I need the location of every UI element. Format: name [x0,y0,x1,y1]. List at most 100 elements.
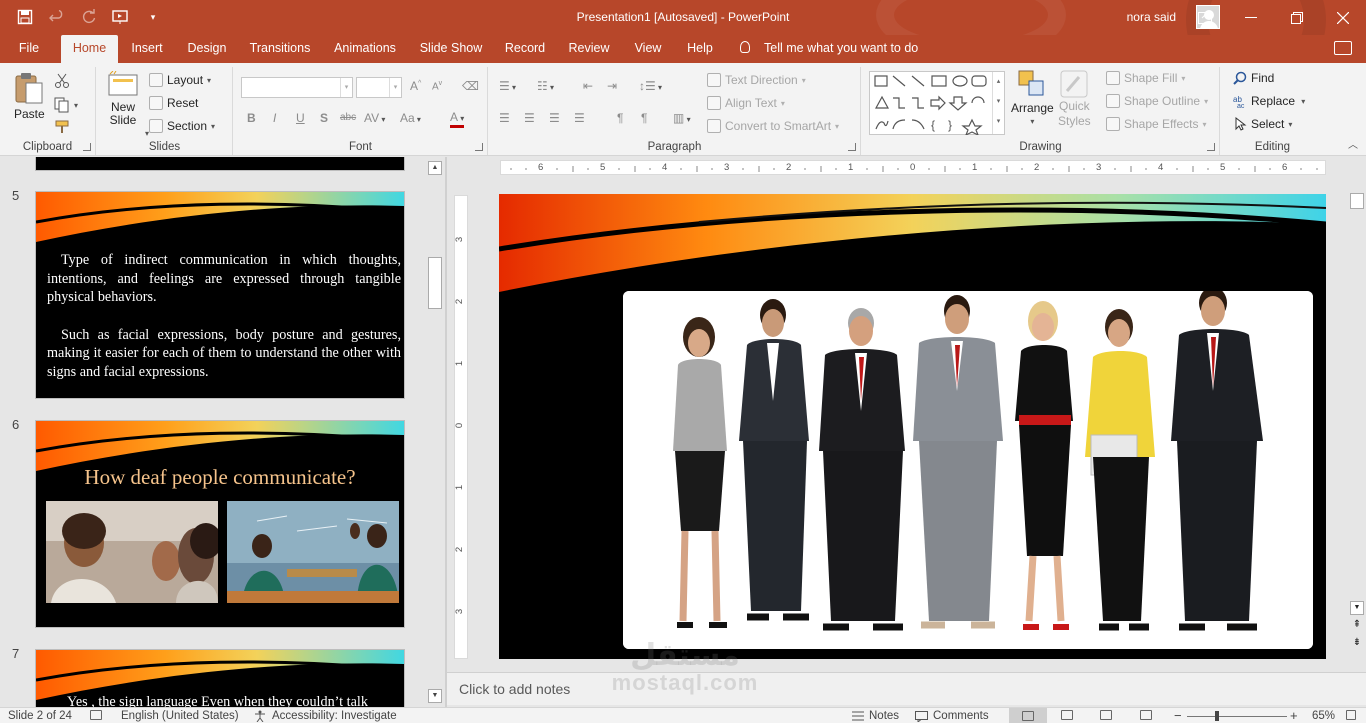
zoom-in-icon[interactable]: + [1290,708,1298,723]
quick-styles-button[interactable]: Quick Styles [1058,69,1091,129]
align-right-icon[interactable]: ☰ [549,111,560,125]
scroll-thumb[interactable] [1350,193,1364,209]
slide-thumbnail-7[interactable]: Yes , the sign language Even when they c… [35,649,405,707]
text-shadow-button[interactable]: S [320,111,328,125]
tab-design[interactable]: Design [182,35,232,63]
increase-font-size-icon[interactable]: A^ [410,79,421,93]
zoom-slider[interactable] [1187,716,1287,717]
user-name[interactable]: nora said [1127,10,1176,24]
slide-thumbnail-6[interactable]: How deaf people communicate? [35,420,405,628]
language-indicator[interactable]: English (United States) [121,710,239,722]
clear-formatting-icon[interactable]: ⌫ [462,79,479,93]
increase-indent-icon[interactable]: ⇥ [607,79,617,93]
line-spacing-icon[interactable]: ↕☰ ▾ [639,79,662,93]
minimize-icon[interactable] [1228,0,1274,35]
slide-canvas[interactable] [499,194,1326,659]
close-icon[interactable] [1320,0,1366,35]
strikethrough-button[interactable]: abc [340,112,356,123]
fit-to-window-icon[interactable] [1346,710,1356,720]
justify-icon[interactable]: ☰ [574,111,585,125]
previous-slide-icon[interactable]: ⇞ [1350,619,1364,633]
zoom-level[interactable]: 65% [1312,710,1335,722]
tell-me-search[interactable]: Tell me what you want to do [740,35,918,63]
normal-view-button[interactable] [1009,708,1047,723]
underline-button[interactable]: U [296,111,305,125]
slide-sorter-view-button[interactable] [1061,710,1073,720]
dialog-launcher-icon[interactable] [83,143,91,151]
section-button[interactable]: Section ▾ [149,119,215,133]
decrease-font-size-icon[interactable]: Av [432,80,442,92]
scroll-thumb[interactable] [428,257,442,309]
bullets-icon[interactable]: ☰ ▾ [499,79,516,93]
dialog-launcher-icon[interactable] [475,143,483,151]
new-slide-button[interactable]: New Slide ▾ [107,71,149,138]
tab-review[interactable]: Review [562,35,616,63]
shape-fill-button[interactable]: Shape Fill ▾ [1106,71,1185,85]
notes-placeholder[interactable]: Click to add notes [459,681,570,697]
tab-home[interactable]: Home [61,35,118,63]
scroll-down-icon[interactable]: ▼ [1350,601,1364,615]
scroll-down-icon[interactable]: ▼ [428,689,442,703]
notes-pane[interactable]: Click to add notes [447,672,1366,705]
dialog-launcher-icon[interactable] [848,143,856,151]
format-painter-button[interactable] [54,119,70,135]
select-button[interactable]: Select ▾ [1233,117,1292,131]
comments-button[interactable]: Comments [915,710,989,722]
spelling-check-icon[interactable] [90,710,102,720]
ltr-direction-icon[interactable]: ¶ [617,111,623,125]
zoom-slider-thumb[interactable] [1215,711,1219,721]
font-name-combo[interactable]: ▾ [241,77,353,98]
notes-toggle-button[interactable]: Notes [852,710,899,722]
zoom-out-icon[interactable]: − [1174,708,1182,723]
font-size-combo[interactable]: ▾ [356,77,402,98]
italic-button[interactable]: I [273,111,276,125]
slide-thumbnail[interactable] [35,157,405,171]
align-text-button[interactable]: Align Text ▾ [707,96,785,110]
cut-button[interactable] [54,73,70,89]
character-spacing-button[interactable]: AV ▾ [364,111,385,125]
decrease-indent-icon[interactable]: ⇤ [583,79,593,93]
layout-button[interactable]: Layout ▾ [149,73,211,87]
slide-counter[interactable]: Slide 2 of 24 [8,710,72,722]
ribbon-display-options-icon[interactable] [1182,0,1228,35]
align-left-icon[interactable]: ☰ [499,111,510,125]
arrange-button[interactable]: Arrange ▾ [1011,69,1054,126]
change-case-button[interactable]: Aa ▾ [400,111,421,125]
reading-view-button[interactable] [1100,710,1112,720]
text-direction-button[interactable]: Text Direction ▾ [707,73,806,87]
copy-button[interactable]: ▾ [54,97,78,113]
next-slide-icon[interactable]: ⇟ [1350,637,1364,651]
tab-slide-show[interactable]: Slide Show [414,35,488,63]
comments-icon[interactable] [1334,41,1352,55]
align-center-icon[interactable]: ☰ [524,111,535,125]
slide-thumbnail-5[interactable]: Type of indirect communication in which … [35,191,405,399]
shape-effects-button[interactable]: Shape Effects ▾ [1106,117,1207,131]
dialog-launcher-icon[interactable] [1207,143,1215,151]
find-button[interactable]: Find [1233,71,1274,85]
paste-button[interactable]: Paste [14,71,45,121]
convert-smartart-button[interactable]: Convert to SmartArt ▾ [707,119,839,133]
tab-transitions[interactable]: Transitions [244,35,316,63]
collapse-ribbon-icon[interactable]: ︿ [1348,136,1358,151]
numbering-icon[interactable]: ☷ ▾ [537,79,554,93]
scroll-up-icon[interactable]: ▲ [428,161,442,175]
thumbnail-scrollbar[interactable]: ▲ ▼ [426,157,444,707]
shapes-gallery[interactable]: { } ▴ ▾ ▾ [869,71,1005,135]
business-team-photo[interactable] [623,287,1313,649]
shape-outline-button[interactable]: Shape Outline ▾ [1106,94,1208,108]
tab-insert[interactable]: Insert [124,35,170,63]
tab-view[interactable]: View [628,35,668,63]
bold-button[interactable]: B [247,111,256,125]
accessibility-button[interactable]: Accessibility: Investigate [254,710,397,722]
tab-animations[interactable]: Animations [328,35,402,63]
reset-button[interactable]: Reset [149,96,198,110]
slide-show-view-button[interactable] [1140,710,1152,720]
tab-help[interactable]: Help [680,35,720,63]
restore-icon[interactable] [1274,0,1320,35]
editor-scrollbar[interactable]: ▼ ⇞ ⇟ [1349,157,1366,671]
tab-file[interactable]: File [10,35,48,63]
rtl-direction-icon[interactable]: ¶ [641,111,647,125]
tab-record[interactable]: Record [500,35,550,63]
font-color-button[interactable]: A ▾ [450,111,465,128]
columns-icon[interactable]: ▥ ▾ [673,111,691,125]
